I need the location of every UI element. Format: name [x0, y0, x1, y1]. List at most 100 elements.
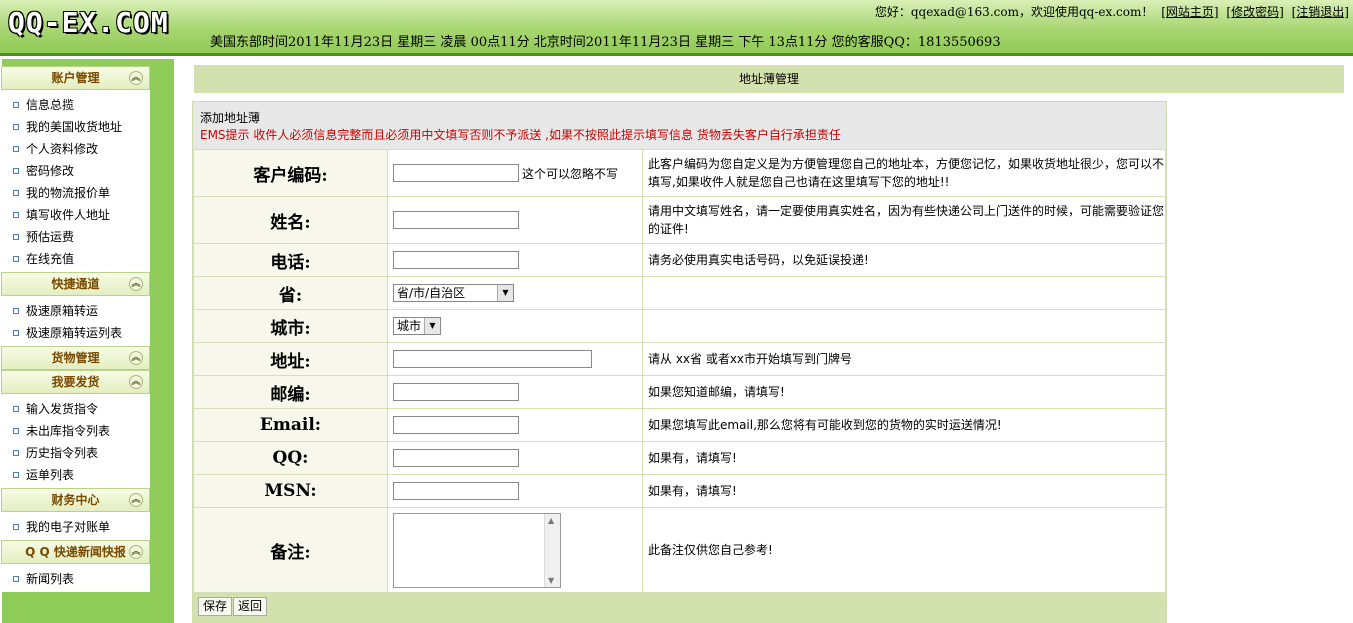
bullet-icon — [13, 524, 19, 530]
sidebar-group-title: 账户管理 — [51, 71, 100, 85]
msn-input[interactable] — [393, 482, 519, 500]
phone-input[interactable] — [393, 251, 519, 269]
sidebar-item-label: 填写收件人地址 — [26, 208, 111, 222]
change-password-link[interactable]: [修改密码] — [1226, 5, 1283, 19]
remark-textarea[interactable]: ▲ ▼ — [393, 512, 561, 588]
address-input-cell — [387, 342, 643, 376]
customer-code-hint: 此客户编码为您自定义是为方便管理您自己的地址本，方便您记忆，如果收货地址很少，您… — [642, 149, 1166, 197]
collapse-icon[interactable]: ︽ — [129, 71, 143, 85]
name-hint: 请用中文填写姓名，请一定要使用真实姓名，因为有些快递公司上门送件的时候，可能需要… — [642, 196, 1166, 244]
email-input-cell — [387, 408, 643, 442]
collapse-icon[interactable]: ︽ — [129, 375, 143, 389]
qq-hint: 如果有，请填写! — [642, 441, 1166, 475]
sidebar-item[interactable]: 个人资料修改 — [1, 138, 150, 160]
sidebar-group-header[interactable]: Q Q 快递新闻快报 ︽ — [1, 540, 150, 564]
form-header: 添加地址薄 EMS提示 收件人必须信息完整而且必须用中文填写否则不予派送 ,如果… — [193, 102, 1166, 149]
sidebar-group-header[interactable]: 快捷通道 ︽ — [1, 272, 150, 296]
collapse-icon[interactable]: ︽ — [129, 351, 143, 365]
sidebar-item[interactable]: 新闻列表 — [1, 568, 150, 590]
back-button[interactable]: 返回 — [233, 597, 268, 616]
sidebar-item[interactable]: 极速原箱转运列表 — [1, 322, 150, 344]
qq-label: QQ: — [193, 441, 388, 475]
postcode-input-cell — [387, 375, 643, 409]
form-row-city: 城市: 城市 ▼ — [193, 309, 1166, 343]
name-label: 姓名: — [193, 196, 388, 244]
sidebar-item[interactable]: 极速原箱转运 — [1, 300, 150, 322]
remark-label: 备注: — [193, 507, 388, 593]
form-row-phone: 电话: 请务必使用真实电话号码，以免延误投递! — [193, 243, 1166, 277]
city-select[interactable]: 城市 ▼ — [393, 317, 441, 335]
province-select[interactable]: 省/市/自治区 ▼ — [393, 284, 514, 302]
welcome-bar: 您好：qqexad@163.com，欢迎使用qq-ex.com！ [网站主页] … — [875, 3, 1349, 20]
collapse-icon[interactable]: ︽ — [129, 545, 143, 559]
sidebar-group-header[interactable]: 货物管理 ︽ — [1, 346, 150, 370]
postcode-input[interactable] — [393, 383, 519, 401]
textarea-scrollbar[interactable]: ▲ ▼ — [544, 513, 560, 587]
form-row-email: Email: 如果您填写此email,那么您将有可能收到您的货物的实时运送情况! — [193, 408, 1166, 442]
name-input[interactable] — [393, 211, 519, 229]
sidebar: 账户管理 ︽ 信息总揽我的美国收货地址 个人资料修改密码修改我的物流报价单 填写收件人地… — [0, 59, 174, 623]
sidebar-group-title: 货物管理 — [51, 351, 100, 365]
province-select-value: 省/市/自治区 — [397, 286, 466, 300]
customer-code-note: 这个可以忽略不写 — [522, 167, 619, 181]
address-hint: 请从 xx省 或者xx市开始填写到门牌号 — [642, 342, 1166, 376]
sidebar-item[interactable]: 运单列表 — [1, 464, 150, 486]
sidebar-item[interactable]: 我的物流报价单 — [1, 182, 150, 204]
sidebar-item-label: 个人资料修改 — [26, 142, 99, 156]
bullet-icon — [13, 256, 19, 262]
top-header: QQ-EX.COM 您好：qqexad@163.com，欢迎使用qq-ex.co… — [0, 0, 1353, 56]
phone-input-cell — [387, 243, 643, 277]
bullet-icon — [13, 308, 19, 314]
bullet-icon — [13, 168, 19, 174]
sidebar-item[interactable]: 历史指令列表 — [1, 442, 150, 464]
collapse-icon[interactable]: ︽ — [129, 493, 143, 507]
qq-input[interactable] — [393, 449, 519, 467]
sidebar-group-header[interactable]: 账户管理 ︽ — [1, 66, 150, 90]
form-row-remark: 备注: ▲ ▼ 此备注仅供您自己参考! — [193, 507, 1166, 593]
sidebar-group-title: Q Q 快递新闻快报 — [25, 545, 126, 559]
qq-input-cell — [387, 441, 643, 475]
sidebar-item[interactable]: 输入发货指令 — [1, 398, 150, 420]
sidebar-group-list: 输入发货指令 未出库指令列表历史指令列表运单列表 — [1, 394, 150, 488]
sidebar-item-label: 我的美国收货地址 — [26, 120, 123, 134]
collapse-icon[interactable]: ︽ — [129, 277, 143, 291]
customer-code-label: 客户编码: — [193, 149, 388, 197]
customer-code-input[interactable] — [393, 164, 519, 182]
site-logo: QQ-EX.COM — [8, 6, 169, 39]
sidebar-item[interactable]: 未出库指令列表 — [1, 420, 150, 442]
dropdown-arrow-icon[interactable]: ▼ — [497, 285, 513, 301]
sidebar-group-title: 财务中心 — [51, 493, 100, 507]
time-info: 美国东部时间2011年11月23日 星期三 凌晨 00点11分 北京时间2011… — [210, 35, 1001, 50]
save-button[interactable]: 保存 — [198, 597, 233, 616]
email-label: Email: — [193, 408, 388, 442]
address-label: 地址: — [193, 342, 388, 376]
ems-warning: EMS提示 收件人必须信息完整而且必须用中文填写否则不予派送 ,如果不按照此提示… — [200, 128, 841, 142]
sidebar-item[interactable]: 在线充值 — [1, 248, 150, 270]
sidebar-group-list: 我的电子对账单 — [1, 512, 150, 540]
province-label: 省: — [193, 276, 388, 310]
sidebar-item[interactable]: 我的美国收货地址 — [1, 116, 150, 138]
sidebar-item[interactable]: 密码修改 — [1, 160, 150, 182]
city-select-value: 城市 — [397, 319, 422, 333]
phone-hint: 请务必使用真实电话号码，以免延误投递! — [642, 243, 1166, 277]
scroll-down-icon[interactable]: ▼ — [548, 576, 554, 585]
bullet-icon — [13, 406, 19, 412]
sidebar-item[interactable]: 预估运费 — [1, 226, 150, 248]
logout-link[interactable]: [注销退出] — [1292, 5, 1349, 19]
name-input-cell — [387, 196, 643, 244]
dropdown-arrow-icon[interactable]: ▼ — [424, 318, 440, 334]
form-row-msn: MSN: 如果有，请填写! — [193, 474, 1166, 508]
sidebar-item-label: 历史指令列表 — [26, 446, 99, 460]
home-link[interactable]: [网站主页] — [1161, 5, 1218, 19]
sidebar-item-label: 我的物流报价单 — [26, 186, 111, 200]
sidebar-item[interactable]: 填写收件人地址 — [1, 204, 150, 226]
scroll-up-icon[interactable]: ▲ — [548, 516, 554, 525]
sidebar-item[interactable]: 我的电子对账单 — [1, 516, 150, 538]
sidebar-item[interactable]: 信息总揽 — [1, 94, 150, 116]
email-input[interactable] — [393, 416, 519, 434]
sidebar-group-header[interactable]: 财务中心 ︽ — [1, 488, 150, 512]
welcome-text: 您好：qqexad@163.com，欢迎使用qq-ex.com！ — [874, 5, 1154, 19]
form-row-name: 姓名: 请用中文填写姓名，请一定要使用真实姓名，因为有些快递公司上门送件的时候，可… — [193, 196, 1166, 244]
address-input[interactable] — [393, 350, 592, 368]
sidebar-group-header[interactable]: 我要发货 ︽ — [1, 370, 150, 394]
